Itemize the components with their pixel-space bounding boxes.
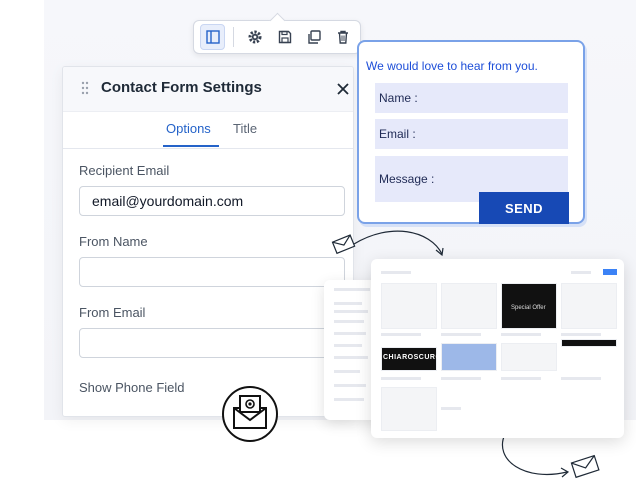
- name-field[interactable]: Name :: [375, 83, 568, 113]
- close-icon[interactable]: [333, 79, 353, 99]
- from-email-input[interactable]: [79, 328, 345, 358]
- from-name-label: From Name: [79, 234, 148, 249]
- active-tab-indicator: [163, 145, 219, 147]
- save-icon: [278, 30, 291, 44]
- send-button[interactable]: SEND: [479, 192, 569, 224]
- gear-icon: [248, 30, 262, 44]
- save-button[interactable]: [272, 24, 297, 50]
- block-toolbar: [193, 20, 361, 54]
- tab-title[interactable]: Title: [233, 121, 257, 136]
- panel-header: Contact Form Settings: [63, 67, 353, 112]
- panel-tabs: Options Title: [63, 112, 353, 149]
- email-envelope-icon: [222, 386, 278, 442]
- sidebar-panel-button[interactable]: [200, 24, 226, 50]
- panel-title: Contact Form Settings: [101, 79, 262, 96]
- from-email-label: From Email: [79, 305, 146, 320]
- from-name-input[interactable]: [79, 257, 345, 287]
- envelope-icon: [331, 234, 356, 255]
- duplicate-icon: [308, 30, 321, 44]
- delete-button[interactable]: [331, 24, 356, 50]
- drag-handle-icon[interactable]: [81, 81, 89, 95]
- contact-form-preview: We would love to hear from you. Name : E…: [357, 40, 585, 224]
- toolbar-separator: [233, 27, 235, 47]
- contact-form-settings-panel: Contact Form Settings Options Title Reci…: [62, 66, 354, 417]
- email-field[interactable]: Email :: [375, 119, 568, 149]
- recipient-email-input[interactable]: [79, 186, 345, 216]
- brand-text: CHIAROSCURO: [383, 354, 442, 361]
- envelope-icon: [570, 454, 600, 479]
- settings-button[interactable]: [242, 24, 267, 50]
- offer-text: Special Offer: [511, 305, 546, 311]
- sidebar-panel-icon: [206, 30, 220, 44]
- tab-options[interactable]: Options: [166, 121, 211, 136]
- duplicate-button[interactable]: [301, 24, 326, 50]
- preview-screenshot-front: Special Offer CHIAROSCURO: [371, 259, 624, 438]
- trash-icon: [338, 30, 349, 44]
- form-heading: We would love to hear from you.: [366, 59, 538, 73]
- show-phone-label: Show Phone Field: [79, 380, 185, 395]
- recipient-email-label: Recipient Email: [79, 163, 170, 178]
